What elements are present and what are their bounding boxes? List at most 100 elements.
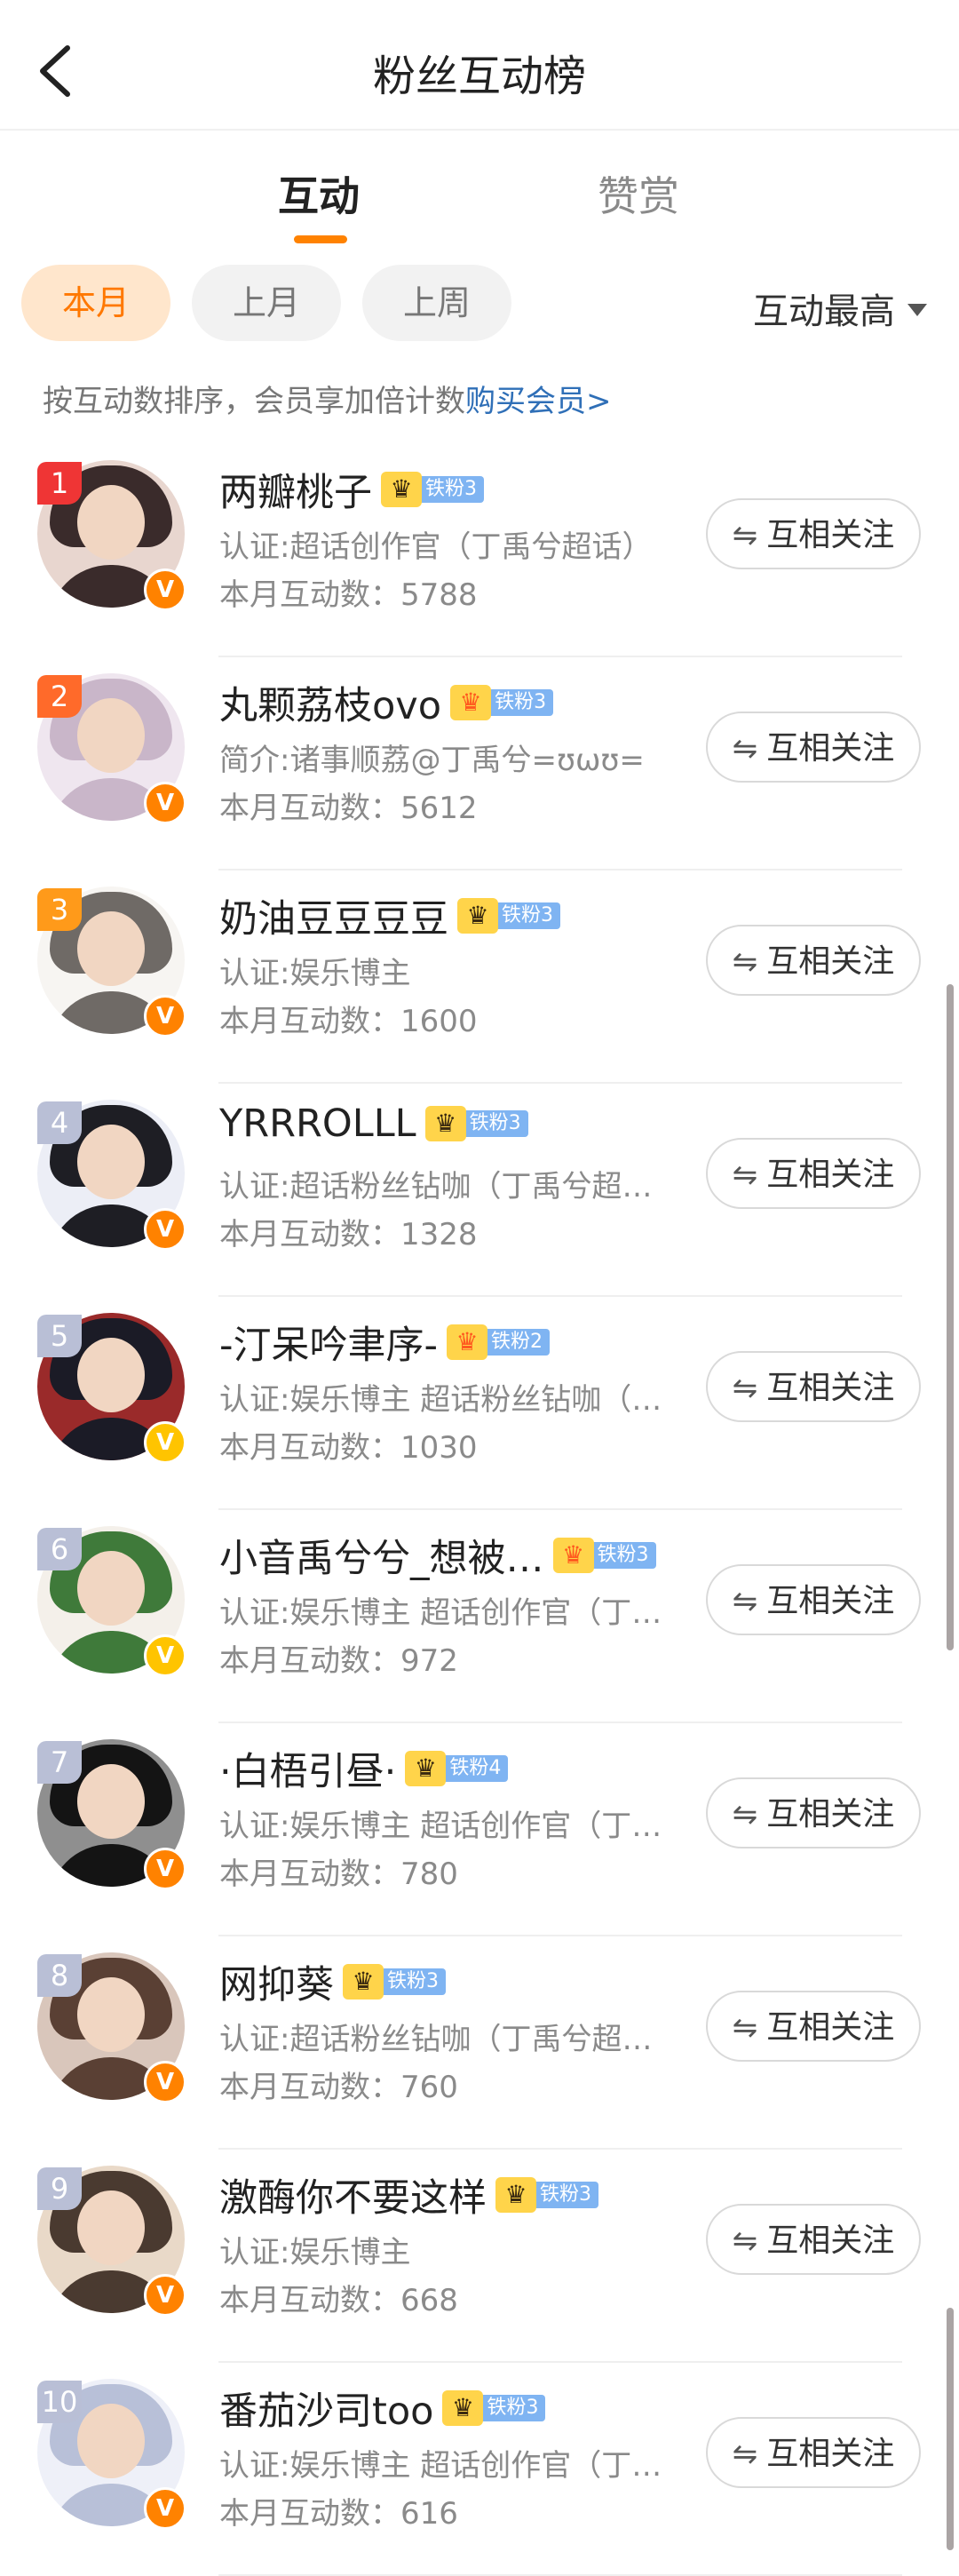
verified-v-icon: V <box>144 1848 186 1890</box>
user-description: 认证:超话创作官（丁禹兮超话） <box>219 529 653 565</box>
interaction-count: 本月互动数：1030 <box>219 1430 478 1466</box>
verified-v-icon: V <box>144 2274 186 2317</box>
mutual-follow-button[interactable]: ⇋ 互相关注 <box>706 712 921 783</box>
mutual-follow-button[interactable]: ⇋ 互相关注 <box>706 2417 921 2488</box>
fan-level-badge: ♛ 铁粉3 <box>381 472 484 507</box>
fan-row[interactable]: 7 V ·白梧引昼· ♛铁粉4 认证:娱乐博主 超话创作官（丁禹兮超话） 本月互动数：78… <box>0 1723 959 1936</box>
rank-badge: 10 <box>37 2381 82 2423</box>
user-description: 认证:娱乐博主 <box>219 2235 411 2270</box>
notice-text: 按互动数排序，会员享加倍计数 <box>43 384 465 419</box>
follow-label: 互相关注 <box>766 1370 895 1406</box>
fan-row[interactable]: 3 V 奶油豆豆豆豆 ♛ 铁粉3 认证:娱乐博主 本月互动数：1600 ⇋ 互相关注 <box>0 871 959 1084</box>
sort-dropdown[interactable]: 互动最高 <box>753 282 927 334</box>
mutual-follow-button[interactable]: ⇋ 互相关注 <box>706 1777 921 1849</box>
interaction-count: 本月互动数：1328 <box>219 1217 478 1252</box>
crown-icon: ♛ <box>450 685 492 720</box>
interaction-count: 本月互动数：5612 <box>219 791 478 826</box>
user-description: 认证:娱乐博主 超话粉丝钻咖（丁禹兮超话） <box>219 1382 681 1418</box>
fan-level-badge: ♛ 铁粉3 <box>442 2390 546 2426</box>
follow-label: 互相关注 <box>766 2436 895 2472</box>
user-description: 认证:娱乐博主 <box>219 956 411 991</box>
user-description: 简介:诸事顺荔@丁禹兮=ʊωʊ= <box>219 743 645 778</box>
interaction-count: 本月互动数：1600 <box>219 1004 478 1039</box>
follow-label: 互相关注 <box>766 2009 895 2046</box>
interaction-count: 本月互动数：780 <box>219 1856 458 1892</box>
tab-interaction[interactable]: 互动 <box>278 164 360 223</box>
user-name[interactable]: 奶油豆豆豆豆 <box>219 897 448 942</box>
verified-v-icon: V <box>144 1208 186 1251</box>
fan-row[interactable]: 8 V 网抑葵 ♛ 铁粉3 认证:超话粉丝钻咖（丁禹兮超话） 本月互动数：760 ⇋ 互相关注 <box>0 1936 959 2150</box>
rank-badge: 1 <box>37 462 82 505</box>
user-name[interactable]: YRRROLLL <box>219 1101 416 1146</box>
fan-row[interactable]: 9 V 激酶你不要这样 ♛ 铁粉3 认证:娱乐博主 本月互动数：668 ⇋ 互相关注 <box>0 2150 959 2363</box>
interaction-count: 本月互动数：616 <box>219 2496 458 2532</box>
fan-row[interactable]: 4 V YRRROLLL ♛ 铁粉3 认证:超话粉丝钻咖（丁禹兮超话） 本月互动数：1328… <box>0 1084 959 1297</box>
user-description: 认证:超话粉丝钻咖（丁禹兮超话） <box>219 2022 681 2057</box>
verified-v-icon: V <box>144 2487 186 2530</box>
sort-label: 互动最高 <box>753 291 895 332</box>
mutual-follow-button[interactable]: ⇋ 互相关注 <box>706 925 921 996</box>
crown-icon: ♛ <box>381 472 422 507</box>
rank-badge: 6 <box>37 1528 82 1570</box>
user-name[interactable]: 小音禹兮兮_想被… <box>219 1537 544 1581</box>
user-name[interactable]: 网抑葵 <box>219 1963 334 2008</box>
mutual-follow-button[interactable]: ⇋ 互相关注 <box>706 498 921 569</box>
verified-v-icon: V <box>144 2061 186 2103</box>
user-description: 认证:娱乐博主 超话创作官（丁禹兮超话） <box>219 2448 681 2484</box>
mutual-follow-icon: ⇋ <box>732 731 758 767</box>
name-line: 番茄沙司too ♛ 铁粉3 <box>219 2381 546 2434</box>
interaction-count: 本月互动数：668 <box>219 2283 458 2318</box>
fan-list: 1 V 两瓣桃子 ♛ 铁粉3 认证:超话创作官（丁禹兮超话） 本月互动数：5788 ⇋ 互相关注… <box>0 444 959 2576</box>
period-this-month[interactable]: 本月 <box>21 265 170 341</box>
rank-badge: 8 <box>37 1954 82 1997</box>
mutual-follow-button[interactable]: ⇋ 互相关注 <box>706 2204 921 2275</box>
mutual-follow-button[interactable]: ⇋ 互相关注 <box>706 1351 921 1422</box>
crown-icon: ♛ <box>495 2177 536 2213</box>
period-last-month[interactable]: 上月 <box>192 265 341 341</box>
fan-level-badge: ♛ 铁粉3 <box>457 898 560 934</box>
fan-level-badge: ♛ 铁粉3 <box>495 2177 598 2213</box>
fan-row[interactable]: 10 V 番茄沙司too♛铁粉3 认证:娱乐博主 超话创作官（丁禹兮超话） 本月互动数：… <box>0 2363 959 2576</box>
fan-level-badge: ♛ 铁粉2 <box>447 1324 551 1360</box>
name-line: ·白梧引昼· ♛ 铁粉4 <box>219 1741 509 1794</box>
name-line: 奶油豆豆豆豆 ♛ 铁粉3 <box>219 888 560 942</box>
crown-icon: ♛ <box>447 1324 488 1360</box>
interaction-count: 本月互动数：5788 <box>219 577 478 613</box>
scrollbar[interactable] <box>947 984 954 1650</box>
follow-label: 互相关注 <box>766 517 895 553</box>
mutual-follow-button[interactable]: ⇋ 互相关注 <box>706 1564 921 1635</box>
mutual-follow-button[interactable]: ⇋ 互相关注 <box>706 1991 921 2062</box>
follow-label: 互相关注 <box>766 1583 895 1619</box>
fan-row[interactable]: 2 V 丸颗荔枝ovo ♛ 铁粉3 简介:诸事顺荔@丁禹兮=ʊωʊ= 本月互动数：5612 ⇋… <box>0 657 959 871</box>
user-name[interactable]: 番茄沙司too <box>219 2389 433 2434</box>
period-last-week[interactable]: 上周 <box>362 265 511 341</box>
rank-badge: 4 <box>37 1101 82 1144</box>
user-name[interactable]: -汀呆吟聿序- <box>219 1324 438 1368</box>
page-title: 粉丝互动榜 <box>372 52 586 101</box>
mutual-follow-icon: ⇋ <box>732 518 758 553</box>
ranking-notice: 按互动数排序，会员享加倍计数购买会员> <box>43 377 612 420</box>
mutual-follow-button[interactable]: ⇋ 互相关注 <box>706 1138 921 1209</box>
user-name[interactable]: 丸颗荔枝ovo <box>219 684 441 728</box>
fan-row[interactable]: 6 V 小音禹兮兮_想被…♛铁粉3 认证:娱乐博主 超话创作官（丁禹兮超话） 本月互动数… <box>0 1510 959 1723</box>
mutual-follow-icon: ⇋ <box>732 1584 758 1619</box>
fan-row[interactable]: 5 V -汀呆吟聿序-♛铁粉2 认证:娱乐博主 超话粉丝钻咖（丁禹兮超话） 本月互动数：… <box>0 1297 959 1510</box>
follow-label: 互相关注 <box>766 943 895 980</box>
user-name[interactable]: 两瓣桃子 <box>219 471 372 515</box>
user-name[interactable]: ·白梧引昼· <box>219 1750 396 1794</box>
user-name[interactable]: 激酶你不要这样 <box>219 2176 487 2221</box>
verified-v-icon: V <box>144 995 186 1038</box>
name-line: 网抑葵 ♛ 铁粉3 <box>219 1954 446 2008</box>
rank-badge: 7 <box>37 1741 82 1784</box>
name-line: 两瓣桃子 ♛ 铁粉3 <box>219 462 484 515</box>
scrollbar-lower[interactable] <box>947 2308 954 2550</box>
crown-icon: ♛ <box>405 1751 447 1786</box>
follow-label: 互相关注 <box>766 1157 895 1193</box>
crown-icon: ♛ <box>457 898 498 934</box>
tab-reward[interactable]: 赞赏 <box>598 164 679 223</box>
mutual-follow-icon: ⇋ <box>732 2223 758 2259</box>
buy-membership-link[interactable]: 购买会员> <box>465 384 612 419</box>
fan-row[interactable]: 1 V 两瓣桃子 ♛ 铁粉3 认证:超话创作官（丁禹兮超话） 本月互动数：5788 ⇋ 互相关注 <box>0 444 959 657</box>
crown-icon: ♛ <box>552 1538 594 1573</box>
rank-badge: 2 <box>37 675 82 718</box>
